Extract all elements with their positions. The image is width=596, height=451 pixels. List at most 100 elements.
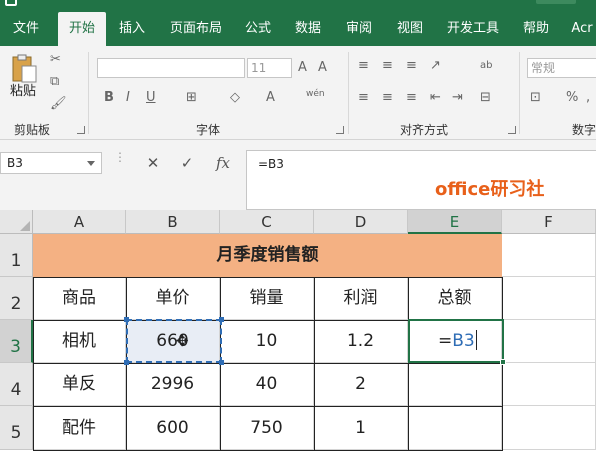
accounting-format-icon[interactable]: ⊡: [530, 90, 541, 106]
increase-indent-icon[interactable]: ⇥: [452, 90, 463, 106]
column-header-d[interactable]: D: [314, 210, 408, 234]
font-color-icon[interactable]: A: [266, 90, 275, 106]
insert-function-button[interactable]: fx: [208, 152, 238, 174]
cancel-button[interactable]: ✕: [138, 152, 168, 174]
ribbon-tab-bar: 文件 开始 插入 页面布局 公式 数据 审阅 视图 开发工具 帮助 Acr: [0, 12, 596, 46]
column-header-b[interactable]: B: [126, 210, 220, 234]
align-right-icon[interactable]: ≡: [406, 90, 417, 106]
align-bottom-icon[interactable]: ≡: [406, 58, 417, 74]
fill-color-icon[interactable]: ◇: [230, 90, 240, 106]
comma-style-icon[interactable]: ,: [586, 90, 590, 106]
increase-font-icon[interactable]: A: [298, 60, 307, 76]
watermark-logo: office研习社: [435, 179, 545, 200]
tab-acrobat[interactable]: Acr: [564, 12, 596, 46]
clipboard-launcher-icon[interactable]: [77, 126, 85, 134]
wrap-text-button[interactable]: ab: [480, 58, 492, 74]
table-border: [33, 277, 503, 451]
font-name-select[interactable]: [97, 58, 245, 78]
text-caret: [475, 330, 477, 350]
tab-insert[interactable]: 插入: [110, 12, 154, 46]
account-area[interactable]: [536, 0, 576, 4]
decrease-font-icon[interactable]: A: [318, 60, 327, 76]
row-header-5[interactable]: 5: [0, 406, 33, 450]
chevron-down-icon[interactable]: [87, 161, 95, 166]
tab-view[interactable]: 视图: [388, 12, 432, 46]
number-group-label: 数字: [572, 123, 596, 137]
tab-file[interactable]: 文件: [2, 12, 50, 46]
paste-label[interactable]: 粘贴: [10, 84, 36, 100]
percent-button[interactable]: %: [566, 90, 578, 106]
edit-prefix: =: [438, 331, 453, 351]
formula-input[interactable]: =B3 office研习社: [246, 150, 596, 210]
phonetic-button[interactable]: wén: [306, 86, 325, 102]
row-header-2[interactable]: 2: [0, 277, 33, 320]
decrease-indent-icon[interactable]: ⇤: [430, 90, 441, 106]
cell-f3[interactable]: [502, 320, 596, 363]
marquee-handle: [219, 360, 224, 365]
align-center-icon[interactable]: ≡: [382, 90, 393, 106]
tab-formulas[interactable]: 公式: [236, 12, 280, 46]
tab-help[interactable]: 帮助: [514, 12, 558, 46]
paste-icon[interactable]: [10, 54, 38, 84]
alignment-group-label: 对齐方式: [400, 123, 449, 137]
select-all-button[interactable]: [0, 210, 33, 234]
marquee-handle: [124, 317, 129, 322]
font-size-select[interactable]: 11: [247, 58, 292, 78]
enter-button[interactable]: ✓: [172, 152, 202, 174]
italic-button[interactable]: I: [126, 90, 130, 106]
tab-review[interactable]: 审阅: [337, 12, 381, 46]
divider: [88, 52, 89, 134]
ribbon: 粘贴 ✂ ⧉ 🖌 剪贴板 11 A A B I U ⊞ ◇ A wén 字体 ≡…: [0, 46, 596, 140]
row-header-4[interactable]: 4: [0, 363, 33, 406]
tab-developer[interactable]: 开发工具: [438, 12, 508, 46]
name-box-value: B3: [7, 156, 23, 170]
orientation-icon[interactable]: ↗: [430, 58, 441, 74]
name-box[interactable]: B3: [0, 152, 102, 174]
drag-handle-icon[interactable]: ⋮: [114, 151, 126, 163]
fill-handle[interactable]: [500, 359, 506, 365]
align-middle-icon[interactable]: ≡: [382, 58, 393, 74]
edit-reference: B3: [452, 331, 475, 351]
spreadsheet-grid[interactable]: A B C D E F 1 2 3 4 5 月季度销售额 商品 单价 销量 利润…: [0, 210, 596, 451]
cell-edit-text[interactable]: =B3: [438, 330, 477, 351]
divider: [33, 363, 503, 364]
reference-marquee: [124, 317, 224, 365]
divider: [348, 52, 349, 134]
column-header-a[interactable]: A: [33, 210, 126, 234]
alignment-launcher-icon[interactable]: [508, 126, 516, 134]
merge-center-icon[interactable]: ⊟: [480, 90, 491, 106]
marquee-handle: [219, 317, 224, 322]
bold-button[interactable]: B: [104, 90, 114, 106]
tab-home[interactable]: 开始: [58, 12, 106, 46]
formula-text: =B3: [258, 157, 284, 171]
marquee-handle: [124, 360, 129, 365]
row-header-1[interactable]: 1: [0, 234, 33, 277]
divider: [519, 52, 520, 134]
cell-f1[interactable]: [502, 234, 596, 277]
border-icon[interactable]: ⊞: [186, 90, 197, 106]
save-icon[interactable]: [5, 0, 17, 6]
column-header-e[interactable]: E: [408, 210, 502, 234]
cursor-icon: ✥: [176, 332, 189, 350]
cell-f2[interactable]: [502, 277, 596, 320]
font-launcher-icon[interactable]: [336, 126, 344, 134]
align-top-icon[interactable]: ≡: [358, 58, 369, 74]
underline-button[interactable]: U: [146, 90, 156, 106]
tab-page-layout[interactable]: 页面布局: [160, 12, 232, 46]
divider: [33, 406, 503, 407]
copy-icon[interactable]: ⧉: [50, 74, 59, 90]
row-header-3[interactable]: 3: [0, 320, 33, 363]
format-painter-icon[interactable]: 🖌: [50, 96, 67, 112]
column-header-f[interactable]: F: [502, 210, 596, 234]
cut-icon[interactable]: ✂: [50, 52, 61, 68]
number-format-select[interactable]: 常规: [527, 58, 596, 78]
cell-f4[interactable]: [502, 363, 596, 406]
align-left-icon[interactable]: ≡: [358, 90, 369, 106]
cell-f5[interactable]: [502, 406, 596, 450]
clipboard-group-label: 剪贴板: [14, 123, 51, 137]
tab-data[interactable]: 数据: [286, 12, 330, 46]
formula-bar-area: B3 ⋮ ✕ ✓ fx =B3 office研习社: [0, 140, 596, 210]
font-group-label: 字体: [196, 123, 221, 137]
table-title[interactable]: 月季度销售额: [33, 234, 502, 277]
column-header-c[interactable]: C: [220, 210, 314, 234]
